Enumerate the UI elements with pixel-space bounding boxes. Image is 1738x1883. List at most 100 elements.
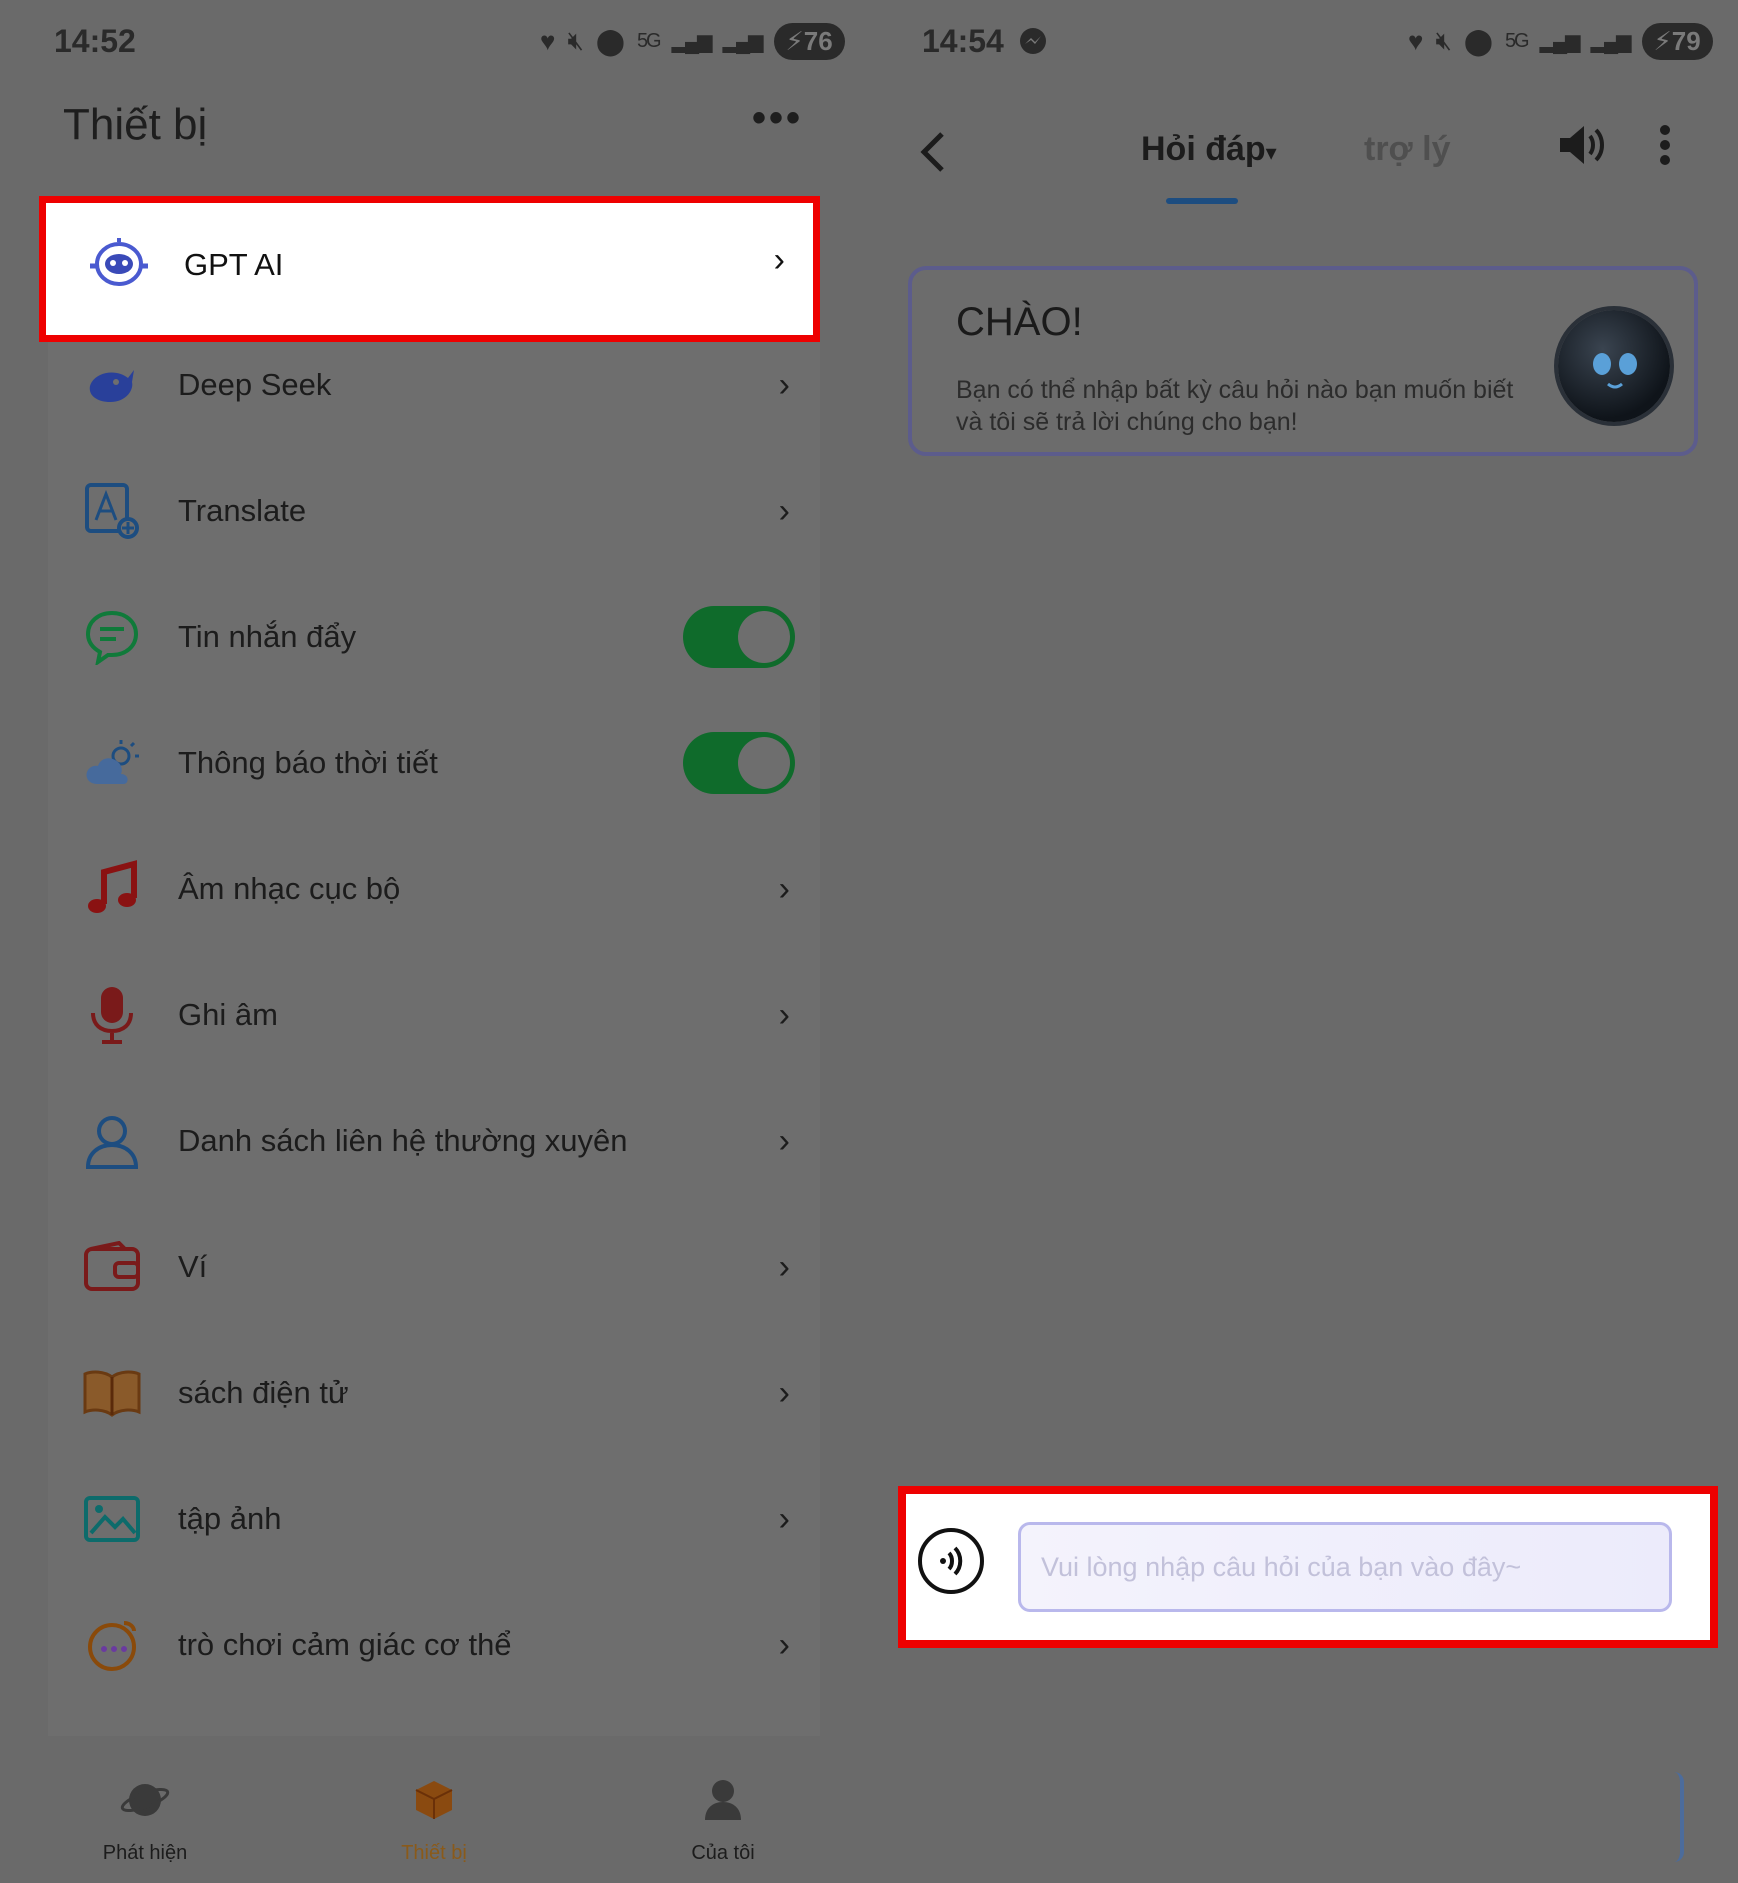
chevron-right-icon: ›	[778, 1625, 790, 1664]
chevron-right-icon: ›	[778, 1121, 790, 1160]
list-item-local-music[interactable]: Âm nhạc cục bộ ›	[48, 826, 820, 952]
device-feature-list: Deep Seek › Translate › Tin nhắn đẩy Thô…	[48, 200, 820, 1736]
book-icon	[82, 1363, 142, 1423]
tab-qa[interactable]: Hỏi đáp▾	[1141, 130, 1277, 169]
tab-assistant[interactable]: trợ lý	[1364, 130, 1451, 169]
list-item-label: Translate	[178, 493, 307, 528]
location-icon: ⬤	[1463, 25, 1493, 56]
list-item-translate[interactable]: Translate ›	[48, 448, 820, 574]
list-item-label: Âm nhạc cục bộ	[178, 871, 401, 906]
device-screen: 14:52 ♥ 🔇︎ ⬤ 5G ▂▄▆ ▂▄▆ ⚡76 Thiết bị •••…	[0, 0, 868, 1883]
list-item-label: tập ảnh	[178, 1501, 282, 1536]
chevron-right-icon: ›	[778, 1499, 790, 1538]
page-title: Thiết bị	[63, 100, 208, 149]
more-options-button[interactable]	[1658, 124, 1672, 166]
contact-icon	[82, 1111, 142, 1171]
signal-icon-2: ▂▄▆	[722, 30, 764, 53]
list-item-ebook[interactable]: sách điện tử ›	[48, 1330, 820, 1456]
chevron-right-icon: ›	[778, 1373, 790, 1412]
photo-album-icon	[82, 1489, 142, 1549]
voice-wave-icon	[940, 1546, 963, 1576]
list-item-label: Tin nhắn đẩy	[178, 619, 357, 654]
list-item-motion-game[interactable]: trò chơi cảm giác cơ thể ›	[48, 1582, 820, 1708]
greeting-text: Bạn có thể nhập bất kỳ câu hỏi nào bạn m…	[956, 376, 1514, 436]
list-item-label: Thông báo thời tiết	[178, 745, 438, 780]
location-icon: ⬤	[595, 25, 625, 56]
push-messages-toggle[interactable]	[683, 606, 795, 668]
list-item-recording[interactable]: Ghi âm ›	[48, 952, 820, 1078]
list-item-gpt-ai[interactable]: GPT AI ›	[39, 196, 820, 342]
nav-label: Của tôi	[691, 1842, 755, 1864]
list-item-photo-album[interactable]: tập ảnh ›	[48, 1456, 820, 1582]
heart-icon: ♥	[1408, 25, 1424, 56]
greeting-card: CHÀO! Bạn có thể nhập bất kỳ câu hỏi nào…	[908, 266, 1698, 456]
back-button[interactable]	[918, 130, 948, 186]
dropdown-arrow-icon: ▾	[1265, 140, 1277, 165]
translate-icon	[82, 481, 142, 541]
toggle-knob	[738, 611, 790, 663]
list-item-label: sách điện tử	[178, 1375, 349, 1410]
chevron-right-icon: ›	[778, 365, 790, 404]
box-icon	[334, 1770, 534, 1830]
status-icons: ♥ 🔇︎ ⬤ 5G ▂▄▆ ▂▄▆ ⚡76	[540, 22, 845, 60]
status-time: 14:52	[54, 22, 136, 59]
list-item-label: Ví	[178, 1249, 208, 1284]
robot-avatar-icon	[1558, 310, 1670, 422]
bottom-navigation: Phát hiện Thiết bị Của tôi	[0, 1736, 868, 1883]
edge-indicator	[1674, 1772, 1684, 1862]
list-item-frequent-contacts[interactable]: Danh sách liên hệ thường xuyên ›	[48, 1078, 820, 1204]
nav-profile[interactable]: Của tôi	[623, 1736, 823, 1865]
microphone-icon	[82, 985, 142, 1045]
status-bar: 14:54 ♥ 🔇︎ ⬤ 5G ▂▄▆ ▂▄▆ ⚡79	[868, 18, 1738, 64]
question-input[interactable]	[1018, 1522, 1672, 1612]
list-item-label: Deep Seek	[178, 367, 332, 402]
mute-icon: 🔇︎	[567, 25, 584, 55]
planet-icon	[45, 1770, 245, 1830]
chevron-right-icon: ›	[778, 995, 790, 1034]
chevron-left-icon	[920, 132, 944, 172]
network-label: 5G	[1504, 29, 1530, 52]
weather-notifications-toggle[interactable]	[683, 732, 795, 794]
battery-level: 76	[803, 25, 833, 56]
battery-level: 79	[1671, 25, 1701, 56]
chevron-right-icon: ›	[778, 1247, 790, 1286]
nav-label: Phát hiện	[102, 1842, 188, 1864]
tab-label: Hỏi đáp	[1141, 130, 1266, 168]
question-input-bar	[898, 1486, 1718, 1648]
speaker-button[interactable]	[1558, 124, 1606, 171]
list-item-label: trò chơi cảm giác cơ thể	[178, 1627, 512, 1662]
person-icon	[623, 1770, 823, 1830]
chat-bubble-icon	[82, 607, 142, 667]
game-icon	[82, 1615, 142, 1675]
more-options-button[interactable]: •••	[752, 98, 803, 138]
status-time: 14:54	[922, 22, 1004, 59]
weather-icon	[82, 733, 142, 793]
speaker-icon	[1560, 126, 1604, 164]
status-bar: 14:52 ♥ 🔇︎ ⬤ 5G ▂▄▆ ▂▄▆ ⚡76	[0, 18, 868, 64]
voice-input-button[interactable]	[918, 1528, 984, 1594]
music-note-icon	[82, 859, 142, 919]
nav-label: Thiết bị	[401, 1842, 467, 1864]
mute-icon: 🔇︎	[1435, 25, 1452, 55]
list-item-label: Danh sách liên hệ thường xuyên	[178, 1123, 628, 1158]
nav-devices[interactable]: Thiết bị	[334, 1736, 534, 1865]
kebab-icon	[1660, 125, 1670, 165]
list-item-wallet[interactable]: Ví ›	[48, 1204, 820, 1330]
messenger-icon	[1018, 26, 1048, 61]
nav-discover[interactable]: Phát hiện	[45, 1736, 245, 1865]
wallet-icon	[82, 1237, 142, 1297]
network-label: 5G	[636, 29, 662, 52]
list-item-push-messages[interactable]: Tin nhắn đẩy	[48, 574, 820, 700]
battery-badge: ⚡76	[773, 22, 845, 60]
toggle-knob	[738, 737, 790, 789]
signal-icon: ▂▄▆	[1539, 30, 1581, 53]
list-item-label: GPT AI	[184, 247, 284, 282]
list-item-weather-notifications[interactable]: Thông báo thời tiết	[48, 700, 820, 826]
robot-icon	[86, 236, 152, 302]
signal-icon: ▂▄▆	[671, 30, 713, 53]
chevron-right-icon: ›	[778, 869, 790, 908]
greeting-title: CHÀO!	[956, 300, 1083, 344]
status-icons: ♥ 🔇︎ ⬤ 5G ▂▄▆ ▂▄▆ ⚡79	[1408, 22, 1713, 60]
chevron-right-icon: ›	[778, 491, 790, 530]
tab-underline	[1166, 198, 1238, 204]
